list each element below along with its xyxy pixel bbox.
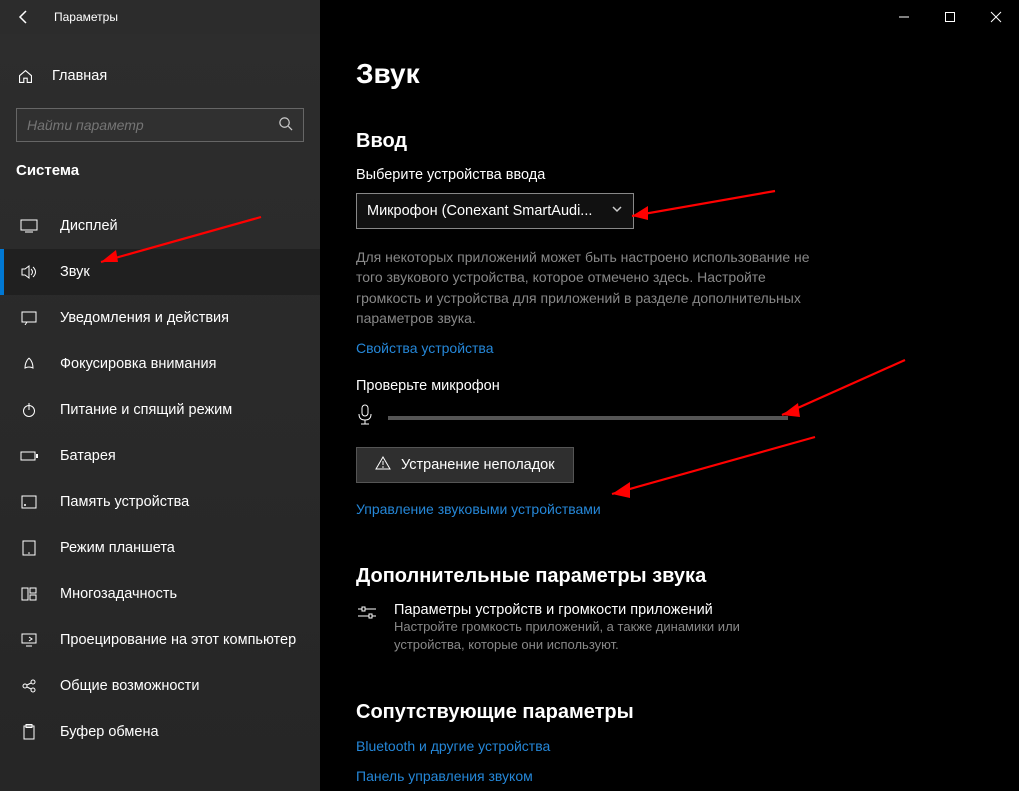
power-icon xyxy=(20,402,38,418)
app-volume-title: Параметры устройств и громкости приложен… xyxy=(394,602,814,618)
close-button[interactable] xyxy=(973,0,1019,34)
sidebar-group-label: Система xyxy=(0,156,320,193)
related-link-bluetooth[interactable]: Bluetooth и другие устройства xyxy=(356,738,983,754)
microphone-icon xyxy=(356,404,374,431)
input-description: Для некоторых приложений может быть наст… xyxy=(356,247,826,328)
page-title: Звук xyxy=(356,58,983,90)
input-device-dropdown[interactable]: Микрофон (Conexant SmartAudi... xyxy=(356,193,634,229)
content-area: Звук Ввод Выберите устройства ввода Микр… xyxy=(320,34,1019,791)
sidebar-item-focus[interactable]: Фокусировка внимания xyxy=(0,341,320,387)
sliders-icon xyxy=(356,602,378,654)
sidebar-item-projecting[interactable]: Проецирование на этот компьютер xyxy=(0,617,320,663)
window-title: Параметры xyxy=(54,10,118,24)
search-input[interactable] xyxy=(27,117,278,133)
sidebar-home[interactable]: Главная xyxy=(0,56,320,96)
sidebar-item-label: Уведомления и действия xyxy=(60,310,229,326)
device-properties-link[interactable]: Свойства устройства xyxy=(356,340,494,356)
troubleshoot-label: Устранение неполадок xyxy=(401,457,555,473)
app-volume-row[interactable]: Параметры устройств и громкости приложен… xyxy=(356,602,983,654)
sidebar-item-display[interactable]: Дисплей xyxy=(0,203,320,249)
shared-icon xyxy=(20,678,38,694)
sidebar-item-storage[interactable]: Память устройства xyxy=(0,479,320,525)
sidebar-item-clipboard[interactable]: Буфер обмена xyxy=(0,709,320,755)
search-box[interactable] xyxy=(16,108,304,142)
tablet-icon xyxy=(20,540,38,556)
chevron-down-icon xyxy=(611,203,623,219)
sidebar-item-label: Многозадачность xyxy=(60,586,177,602)
sidebar: Главная Система Дисплей Звук Уведомле xyxy=(0,34,320,791)
sidebar-item-label: Питание и спящий режим xyxy=(60,402,232,418)
sidebar-item-label: Дисплей xyxy=(60,218,118,234)
maximize-button[interactable] xyxy=(927,0,973,34)
minimize-button[interactable] xyxy=(881,0,927,34)
sidebar-item-power[interactable]: Питание и спящий режим xyxy=(0,387,320,433)
window-controls xyxy=(881,0,1019,34)
sidebar-item-label: Проецирование на этот компьютер xyxy=(60,632,296,648)
sidebar-item-multitask[interactable]: Многозадачность xyxy=(0,571,320,617)
sidebar-item-label: Память устройства xyxy=(60,494,189,510)
test-mic-label: Проверьте микрофон xyxy=(356,378,983,394)
notifications-icon xyxy=(20,311,38,325)
home-icon xyxy=(16,68,34,85)
sidebar-item-sound[interactable]: Звук xyxy=(0,249,320,295)
battery-icon xyxy=(20,450,38,462)
storage-icon xyxy=(20,495,38,509)
mic-level-bar xyxy=(388,416,788,420)
sidebar-item-battery[interactable]: Батарея xyxy=(0,433,320,479)
related-section-title: Сопутствующие параметры xyxy=(356,701,983,724)
sidebar-nav: Дисплей Звук Уведомления и действия Фоку… xyxy=(0,193,320,755)
sidebar-item-label: Звук xyxy=(60,264,90,280)
input-section-title: Ввод xyxy=(356,130,983,153)
advanced-section-title: Дополнительные параметры звука xyxy=(356,565,983,588)
title-bar: Параметры xyxy=(0,0,1019,34)
app-volume-desc: Настройте громкость приложений, а также … xyxy=(394,618,814,654)
sidebar-home-label: Главная xyxy=(52,68,107,84)
sidebar-item-label: Буфер обмена xyxy=(60,724,159,740)
projecting-icon xyxy=(20,633,38,647)
multitask-icon xyxy=(20,587,38,601)
back-button[interactable] xyxy=(0,0,48,34)
sidebar-item-label: Режим планшета xyxy=(60,540,175,556)
troubleshoot-button[interactable]: Устранение неполадок xyxy=(356,447,574,483)
choose-device-label: Выберите устройства ввода xyxy=(356,167,983,183)
manage-devices-link[interactable]: Управление звуковыми устройствами xyxy=(356,501,601,517)
sidebar-item-label: Фокусировка внимания xyxy=(60,356,216,372)
warning-icon xyxy=(375,456,391,474)
focus-icon xyxy=(20,356,38,372)
related-link-sound-panel[interactable]: Панель управления звуком xyxy=(356,768,983,784)
sidebar-item-shared[interactable]: Общие возможности xyxy=(0,663,320,709)
display-icon xyxy=(20,219,38,233)
sidebar-item-label: Общие возможности xyxy=(60,678,199,694)
clipboard-icon xyxy=(20,724,38,740)
sidebar-item-tablet[interactable]: Режим планшета xyxy=(0,525,320,571)
sound-icon xyxy=(20,264,38,280)
sidebar-item-label: Батарея xyxy=(60,448,116,464)
search-icon xyxy=(278,116,293,134)
sidebar-item-notifications[interactable]: Уведомления и действия xyxy=(0,295,320,341)
dropdown-value: Микрофон (Conexant SmartAudi... xyxy=(367,203,592,219)
